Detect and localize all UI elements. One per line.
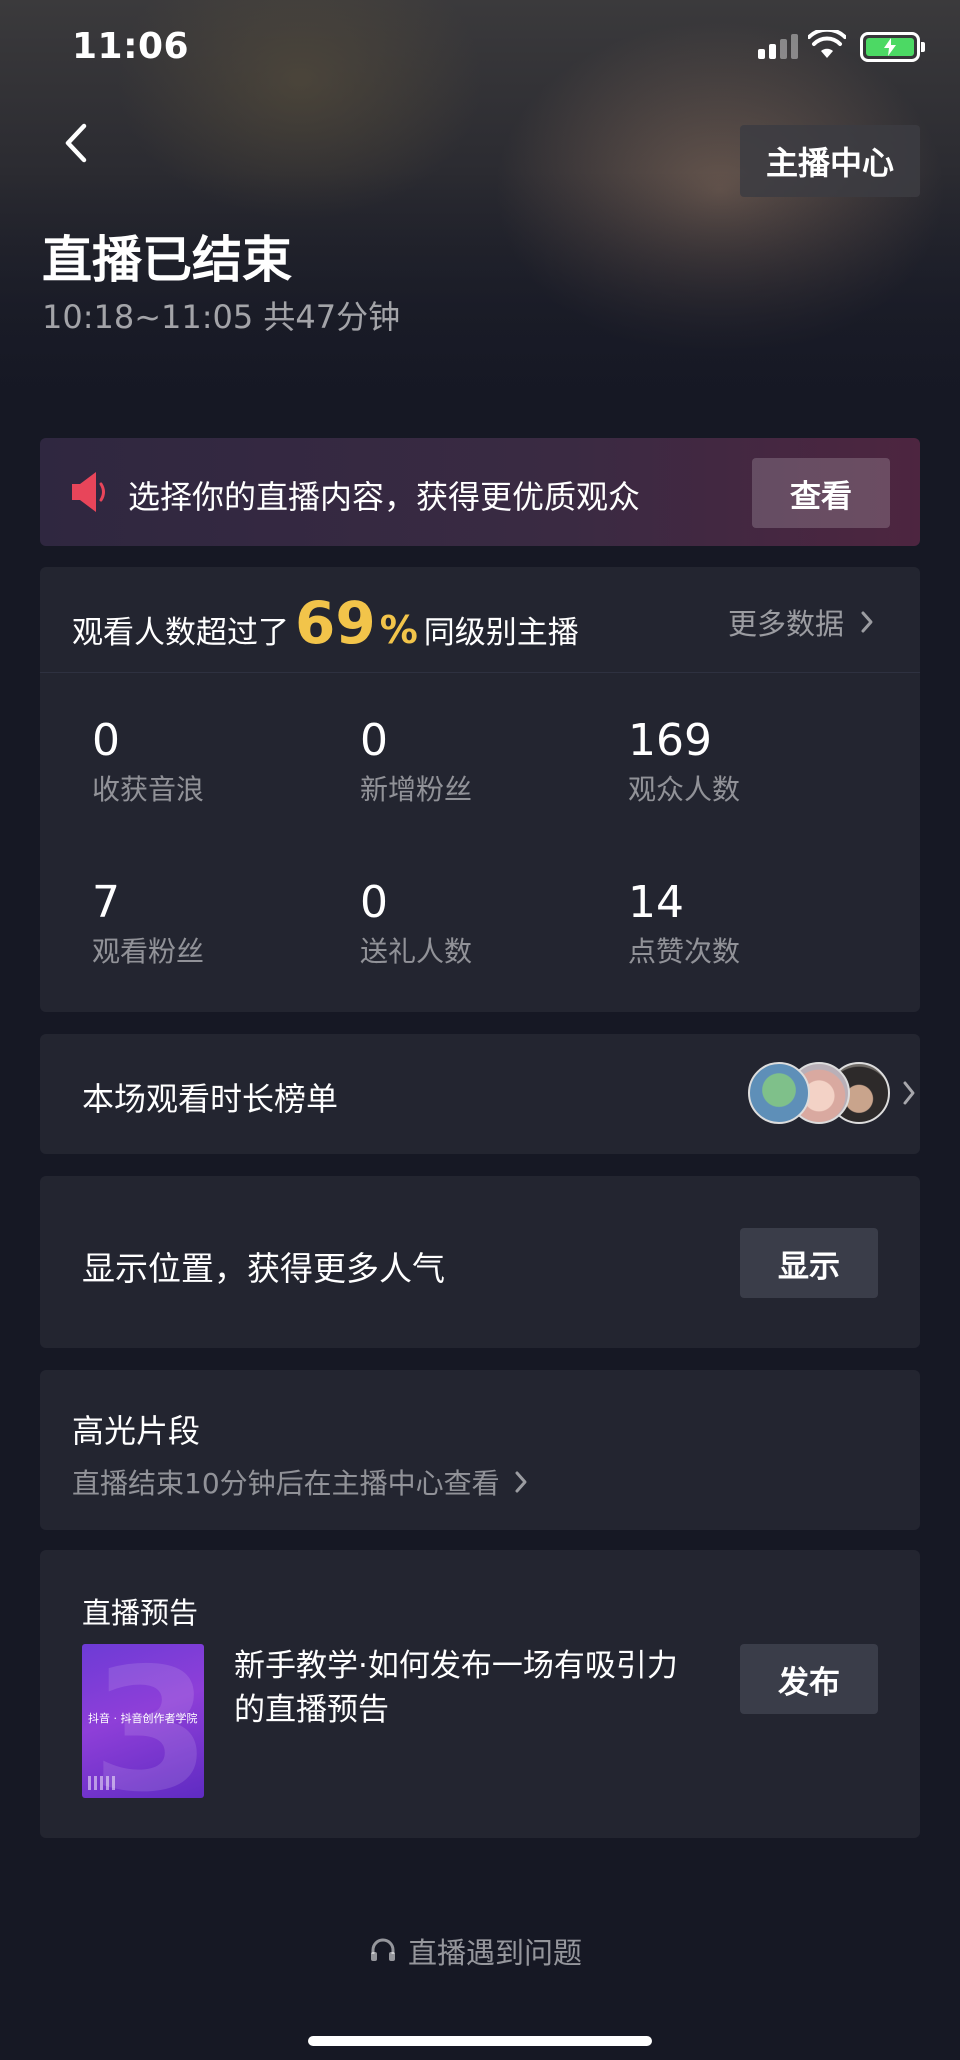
stat-likes: 14 点赞次数	[628, 877, 868, 970]
stats-card: 观看人数超过了 69 % 同级别主播 更多数据 0 收获音浪 0 新增粉丝 16…	[40, 567, 920, 1012]
help-link[interactable]: 直播遇到问题	[368, 1930, 582, 1972]
stat-new-followers: 0 新增粉丝	[360, 715, 600, 808]
stat-follower-viewers: 7 观看粉丝	[92, 877, 332, 970]
stat-value: 0	[92, 715, 120, 766]
location-title: 显示位置，获得更多人气	[82, 1249, 445, 1288]
audience-comparison: 观看人数超过了 69 % 同级别主播	[72, 589, 579, 657]
more-data-link[interactable]: 更多数据	[728, 601, 874, 643]
watch-time-ranking[interactable]: 本场观看时长榜单	[40, 1034, 920, 1154]
wifi-icon	[808, 30, 846, 58]
help-label: 直播遇到问题	[408, 1936, 583, 1970]
compare-prefix: 观看人数超过了	[72, 615, 289, 651]
promo-text: 选择你的直播内容，获得更优质观众	[128, 478, 641, 516]
ranking-title: 本场观看时长榜单	[82, 1080, 339, 1118]
stat-label: 送礼人数	[360, 935, 473, 968]
compare-suffix: 同级别主播	[423, 615, 579, 651]
home-indicator[interactable]	[308, 2036, 652, 2046]
highlights-card[interactable]: 高光片段 直播结束10分钟后在主播中心查看	[40, 1370, 920, 1530]
highlights-title: 高光片段	[72, 1412, 201, 1450]
stat-label: 观众人数	[628, 773, 741, 806]
stats-header: 观看人数超过了 69 % 同级别主播 更多数据	[40, 567, 920, 673]
status-bar: 11:06	[0, 0, 960, 100]
preview-thumbnail[interactable]: 3 抖音 · 抖音创作者学院	[82, 1644, 204, 1798]
stat-value: 7	[92, 877, 120, 928]
location-card: 显示位置，获得更多人气 显示	[40, 1176, 920, 1348]
speaker-icon	[72, 472, 105, 512]
stat-label: 点赞次数	[628, 935, 741, 968]
compare-unit: %	[379, 608, 418, 652]
status-time: 11:06	[72, 26, 190, 67]
chevron-right-icon	[515, 1471, 527, 1493]
thumbnail-pattern	[88, 1776, 118, 1790]
compare-value: 69	[295, 589, 376, 657]
stat-value: 0	[360, 877, 388, 928]
promo-banner[interactable]: 选择你的直播内容，获得更优质观众 查看	[40, 438, 920, 546]
stat-viewers: 169 观众人数	[628, 715, 868, 808]
more-data-label: 更多数据	[728, 607, 845, 641]
cellular-signal-icon	[758, 34, 798, 59]
stat-value: 14	[628, 877, 684, 928]
view-button[interactable]: 查看	[752, 458, 890, 528]
stat-value: 0	[360, 715, 388, 766]
stat-label: 收获音浪	[92, 773, 205, 806]
anchor-center-button[interactable]: 主播中心	[740, 125, 920, 197]
ranking-avatars	[748, 1062, 890, 1126]
preview-title: 直播预告	[82, 1596, 199, 1630]
highlights-subtitle-link[interactable]: 直播结束10分钟后在主播中心查看	[72, 1462, 528, 1502]
stat-value: 169	[628, 715, 712, 766]
show-location-button[interactable]: 显示	[740, 1228, 878, 1298]
avatar	[748, 1062, 810, 1124]
live-preview-card: 直播预告 3 抖音 · 抖音创作者学院 新手教学·如何发布一场有吸引力的直播预告…	[40, 1550, 920, 1838]
stat-gift-senders: 0 送礼人数	[360, 877, 600, 970]
headset-icon	[371, 1938, 395, 1961]
battery-icon	[860, 32, 925, 62]
thumbnail-brand: 抖音 · 抖音创作者学院	[88, 1712, 198, 1725]
preview-description[interactable]: 新手教学·如何发布一场有吸引力的直播预告	[234, 1644, 704, 1732]
session-time: 10:18~11:05 共47分钟	[42, 298, 401, 336]
stat-label: 观看粉丝	[92, 935, 205, 968]
chevron-right-icon	[861, 611, 873, 633]
stat-sound-waves: 0 收获音浪	[92, 715, 332, 808]
publish-button[interactable]: 发布	[740, 1644, 878, 1714]
stat-label: 新增粉丝	[360, 773, 473, 806]
page-title: 直播已结束	[42, 231, 292, 289]
chevron-right-icon	[903, 1081, 915, 1105]
back-button[interactable]	[58, 118, 98, 168]
highlights-subtitle: 直播结束10分钟后在主播中心查看	[72, 1467, 500, 1500]
